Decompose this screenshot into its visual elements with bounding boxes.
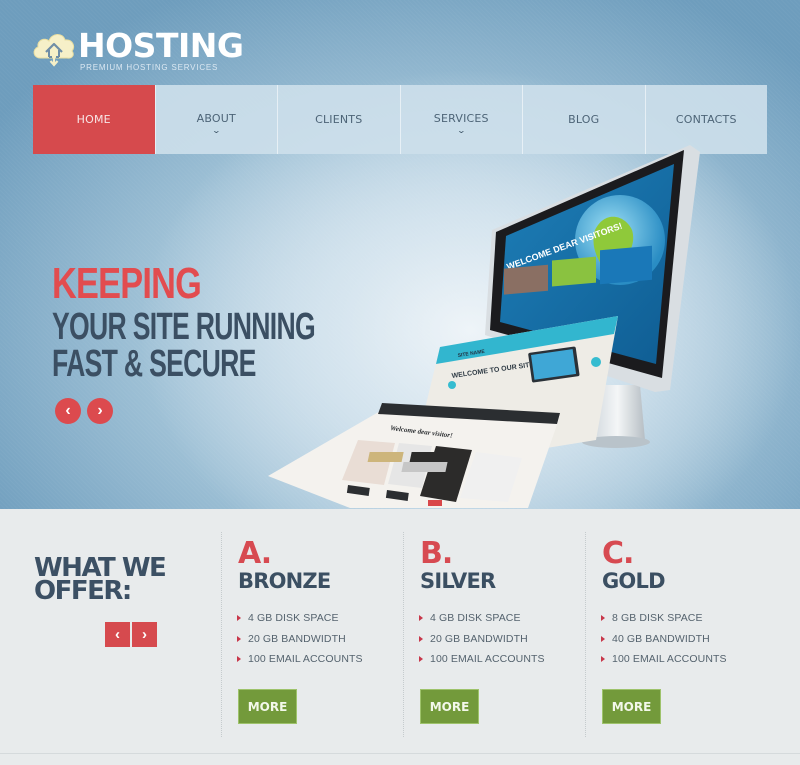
hero-prev-button[interactable]: ‹ xyxy=(55,398,81,424)
plan-features: 8 GB DISK SPACE 40 GB BANDWIDTH 100 EMAI… xyxy=(601,608,727,670)
plan-feature-text: 20 GB BANDWIDTH xyxy=(430,632,528,645)
plan-feature: 4 GB DISK SPACE xyxy=(419,608,545,629)
cloud-home-icon xyxy=(32,28,76,68)
offer-section: WHAT WE OFFER: ‹ › A. BRONZE 4 GB DISK S… xyxy=(0,509,800,765)
offer-title: WHAT WE OFFER: xyxy=(34,555,167,606)
plan-feature-text: 20 GB BANDWIDTH xyxy=(248,632,346,645)
plan-features: 4 GB DISK SPACE 20 GB BANDWIDTH 100 EMAI… xyxy=(419,608,545,670)
bullet-arrow-icon xyxy=(419,615,423,622)
chevron-right-icon: › xyxy=(97,402,103,419)
chevron-down-icon: ⌄ xyxy=(456,125,466,135)
offer-title-line-2: OFFER: xyxy=(34,576,132,606)
offer-prev-button[interactable]: ‹ xyxy=(105,622,130,647)
bullet-arrow-icon xyxy=(237,635,241,642)
brand-title: HOSTING xyxy=(78,26,244,65)
hero-next-button[interactable]: › xyxy=(87,398,113,424)
bullet-arrow-icon xyxy=(601,635,605,642)
nav-label: HOME xyxy=(76,113,111,126)
plan-feature: 20 GB BANDWIDTH xyxy=(237,629,363,650)
plan-feature: 20 GB BANDWIDTH xyxy=(419,629,545,650)
plan-feature: 100 EMAIL ACCOUNTS xyxy=(419,649,545,670)
plan-card-silver: B. SILVER 4 GB DISK SPACE 20 GB BANDWIDT… xyxy=(403,532,585,737)
offer-next-button[interactable]: › xyxy=(132,622,157,647)
plan-feature: 100 EMAIL ACCOUNTS xyxy=(601,649,727,670)
screen-tile-green xyxy=(552,256,596,287)
hero-headline: KEEPING YOUR SITE RUNNING FAST & SECURE xyxy=(52,259,428,385)
chevron-left-icon: ‹ xyxy=(65,402,71,419)
plan-letter: C. xyxy=(602,536,634,571)
screen-tile-blue xyxy=(600,245,652,285)
nav-label: SERVICES xyxy=(433,111,489,125)
more-button[interactable]: MORE xyxy=(602,689,661,724)
hero-slider-controls: ‹ › xyxy=(55,398,113,424)
plan-card-gold: C. GOLD 8 GB DISK SPACE 40 GB BANDWIDTH … xyxy=(585,532,767,737)
chevron-down-icon: ⌄ xyxy=(211,125,221,135)
offer-slider-controls: ‹ › xyxy=(105,622,157,647)
plan-name: BRONZE xyxy=(238,569,331,593)
plan-features: 4 GB DISK SPACE 20 GB BANDWIDTH 100 EMAI… xyxy=(237,608,363,670)
plan-letter: B. xyxy=(420,536,453,571)
bullet-arrow-icon xyxy=(419,635,423,642)
hero-line-2: YOUR SITE RUNNING xyxy=(52,306,316,348)
plan-feature-text: 100 EMAIL ACCOUNTS xyxy=(612,653,727,665)
plan-feature-text: 40 GB BANDWIDTH xyxy=(612,632,710,645)
hero-line-1: KEEPING xyxy=(52,259,202,308)
bullet-arrow-icon xyxy=(237,656,241,663)
nav-label: BLOG xyxy=(568,113,600,126)
nav-label: CONTACTS xyxy=(675,113,737,126)
bullet-arrow-icon xyxy=(419,656,423,663)
plan-feature-text: 100 EMAIL ACCOUNTS xyxy=(248,653,363,665)
plan-feature: 8 GB DISK SPACE xyxy=(601,608,727,629)
more-button[interactable]: MORE xyxy=(238,689,297,724)
more-button[interactable]: MORE xyxy=(420,689,479,724)
plan-name: SILVER xyxy=(420,569,496,593)
screen-tile-brown xyxy=(504,264,548,295)
chevron-right-icon: › xyxy=(142,626,147,643)
plan-feature: 100 EMAIL ACCOUNTS xyxy=(237,649,363,670)
hero-line-3: FAST & SECURE xyxy=(52,343,256,385)
nav-label: CLIENTS xyxy=(315,113,363,126)
nav-label: ABOUT xyxy=(196,111,236,125)
plan-feature-text: 4 GB DISK SPACE xyxy=(248,612,339,624)
nav-item-about[interactable]: ABOUT ⌄ xyxy=(154,85,278,154)
plan-card-bronze: A. BRONZE 4 GB DISK SPACE 20 GB BANDWIDT… xyxy=(221,532,403,737)
nav-item-home[interactable]: HOME xyxy=(33,85,155,154)
chevron-left-icon: ‹ xyxy=(115,626,120,643)
plan-feature-text: 100 EMAIL ACCOUNTS xyxy=(430,653,545,665)
plan-feature-text: 8 GB DISK SPACE xyxy=(612,612,703,624)
plan-name: GOLD xyxy=(602,569,665,593)
plan-feature: 4 GB DISK SPACE xyxy=(237,608,363,629)
logo[interactable]: HOSTING PREMIUM HOSTING SERVICES xyxy=(32,26,244,72)
plan-feature: 40 GB BANDWIDTH xyxy=(601,629,727,650)
plan-feature-text: 4 GB DISK SPACE xyxy=(430,612,521,624)
plan-letter: A. xyxy=(238,536,272,571)
bullet-arrow-icon xyxy=(601,615,605,622)
bullet-arrow-icon xyxy=(601,656,605,663)
bullet-arrow-icon xyxy=(237,615,241,622)
